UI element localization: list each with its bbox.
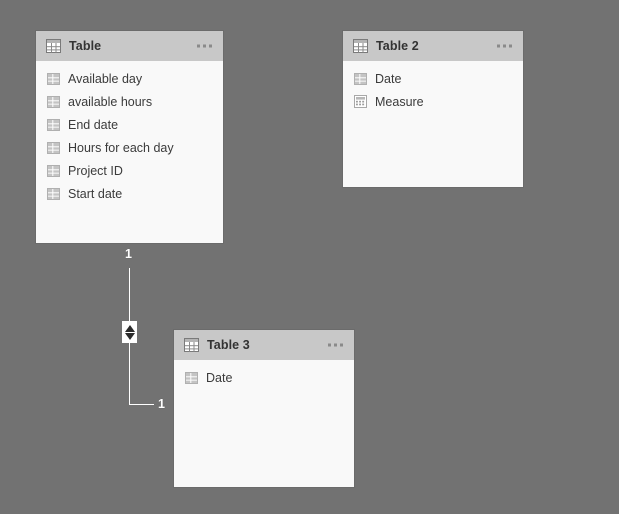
more-options-icon[interactable]	[326, 340, 345, 351]
field-row[interactable]: Date	[174, 366, 354, 389]
field-list-table: Available day available hours End date H…	[36, 61, 223, 209]
field-row[interactable]: Measure	[343, 90, 523, 113]
relationship-line-horizontal[interactable]	[129, 404, 154, 405]
column-field-icon	[47, 95, 60, 108]
column-field-icon	[185, 371, 198, 384]
table-header-table-3[interactable]: Table 3	[174, 330, 354, 360]
cross-filter-direction-indicator[interactable]	[122, 321, 137, 343]
column-field-icon	[47, 187, 60, 200]
column-field-icon	[47, 72, 60, 85]
relationship-cardinality-end: 1	[158, 397, 165, 411]
table-card-table-3[interactable]: Table 3 Date	[174, 330, 354, 487]
field-label: Measure	[375, 94, 424, 109]
field-label: Project ID	[68, 163, 123, 178]
table-icon	[184, 338, 199, 352]
field-label: End date	[68, 117, 119, 132]
field-label: Hours for each day	[68, 140, 174, 155]
table-title: Table	[69, 39, 102, 53]
column-field-icon	[47, 118, 60, 131]
field-list-table-3: Date	[174, 360, 354, 393]
relationship-cardinality-start: 1	[125, 247, 132, 261]
model-diagram-canvas[interactable]: 1 1 Table Available day available hours …	[0, 0, 619, 514]
field-row[interactable]: Available day	[36, 67, 223, 90]
field-label: Start date	[68, 186, 123, 201]
field-row[interactable]: available hours	[36, 90, 223, 113]
column-field-icon	[47, 141, 60, 154]
field-row[interactable]: Hours for each day	[36, 136, 223, 159]
arrow-down-icon	[124, 332, 135, 340]
more-options-icon[interactable]	[495, 41, 514, 52]
table-header-table[interactable]: Table	[36, 31, 223, 61]
arrow-up-icon	[124, 324, 135, 332]
field-row[interactable]: Project ID	[36, 159, 223, 182]
table-card-table[interactable]: Table Available day available hours End …	[36, 31, 223, 243]
column-field-icon	[354, 72, 367, 85]
table-header-table-2[interactable]: Table 2	[343, 31, 523, 61]
table-card-table-2[interactable]: Table 2 Date Measure	[343, 31, 523, 187]
field-row[interactable]: Date	[343, 67, 523, 90]
column-field-icon	[47, 164, 60, 177]
table-icon	[46, 39, 61, 53]
field-row[interactable]: End date	[36, 113, 223, 136]
more-options-icon[interactable]	[195, 41, 214, 52]
field-row[interactable]: Start date	[36, 182, 223, 205]
table-icon	[353, 39, 368, 53]
field-label: available hours	[68, 94, 153, 109]
table-title: Table 2	[376, 39, 419, 53]
field-label: Available day	[68, 71, 143, 86]
measure-calculator-icon	[354, 95, 367, 108]
field-label: Date	[206, 370, 233, 385]
field-list-table-2: Date Measure	[343, 61, 523, 117]
field-label: Date	[375, 71, 402, 86]
table-title: Table 3	[207, 338, 250, 352]
